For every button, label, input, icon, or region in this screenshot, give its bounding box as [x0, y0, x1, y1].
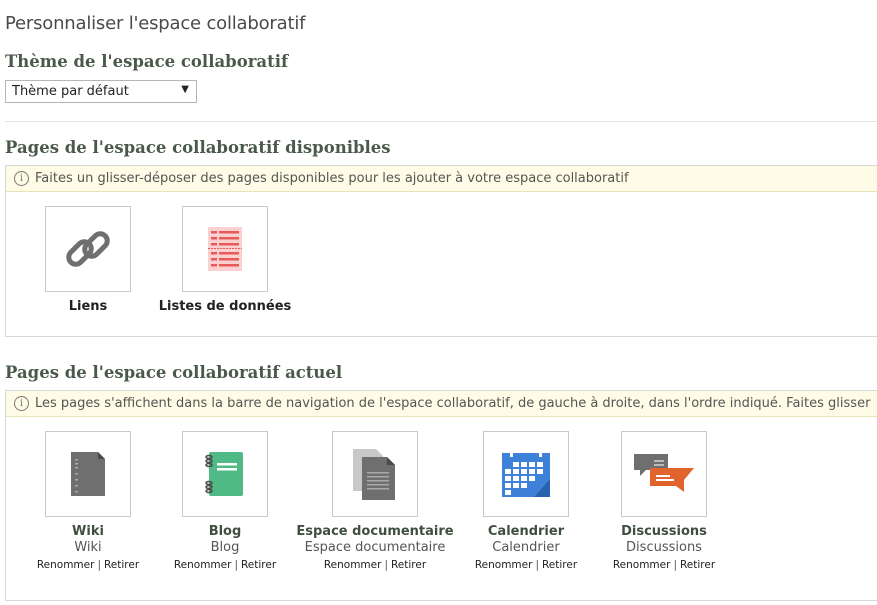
available-info-bar: i Faites un glisser-déposer des pages dis…: [6, 166, 877, 192]
theme-heading: Thème de l'espace collaboratif: [5, 52, 289, 71]
link-icon: [66, 231, 110, 267]
remove-link[interactable]: Retirer: [104, 559, 139, 571]
remove-link[interactable]: Retirer: [241, 559, 276, 571]
rename-link[interactable]: Renommer: [37, 559, 95, 571]
tile-thumb[interactable]: [332, 431, 418, 517]
theme-select-value: Thème par défaut: [12, 84, 129, 99]
tile-actions: Renommer | Retirer: [574, 559, 754, 571]
rename-link[interactable]: Renommer: [324, 559, 382, 571]
available-pages-heading: Pages de l'espace collaboratif disponibl…: [5, 138, 391, 157]
available-info-text: Faites un glisser-déposer des pages disp…: [35, 171, 629, 186]
separator: |: [673, 559, 677, 571]
blog-icon: [205, 452, 243, 496]
dropdown-arrow-icon: ▼: [181, 84, 189, 95]
remove-link[interactable]: Retirer: [680, 559, 715, 571]
rename-link[interactable]: Renommer: [613, 559, 671, 571]
available-pages-panel: i Faites un glisser-déposer des pages dis…: [5, 165, 877, 337]
remove-link[interactable]: Retirer: [542, 559, 577, 571]
current-tile-discussions[interactable]: Discussions Discussions Renommer | Retirer: [574, 431, 754, 571]
rename-link[interactable]: Renommer: [174, 559, 232, 571]
tile-thumb[interactable]: [45, 206, 131, 292]
separator: |: [97, 559, 101, 571]
remove-link[interactable]: Retirer: [391, 559, 426, 571]
current-pages-heading: Pages de l'espace collaboratif actuel: [5, 363, 343, 382]
discussions-icon: [634, 454, 694, 492]
separator: |: [384, 559, 388, 571]
tile-thumb[interactable]: [483, 431, 569, 517]
current-pages-panel: i Les pages s'affichent dans la barre de …: [5, 390, 877, 601]
separator: |: [234, 559, 238, 571]
rename-link[interactable]: Renommer: [475, 559, 533, 571]
available-tile-data-lists[interactable]: Listes de données: [135, 206, 315, 314]
current-info-text: Les pages s'affichent dans la barre de n…: [35, 396, 871, 411]
tile-thumb[interactable]: [45, 431, 131, 517]
wiki-icon: [71, 452, 105, 496]
calendar-icon: [502, 451, 550, 497]
tile-thumb[interactable]: [182, 431, 268, 517]
section-divider: [5, 121, 877, 122]
theme-select[interactable]: Thème par défaut ▼: [5, 80, 197, 103]
info-icon: i: [14, 171, 29, 186]
tile-name: Listes de données: [158, 299, 292, 314]
current-info-bar: i Les pages s'affichent dans la barre de …: [6, 391, 877, 417]
info-icon: i: [14, 396, 29, 411]
data-list-icon: [208, 227, 242, 271]
document-library-icon: [353, 449, 395, 500]
tile-thumb[interactable]: [621, 431, 707, 517]
tile-name: Discussions: [621, 524, 707, 539]
page-title: Personnaliser l'espace collaboratif: [5, 13, 306, 34]
separator: |: [535, 559, 539, 571]
tile-thumb[interactable]: [182, 206, 268, 292]
tile-subtitle: Discussions: [626, 540, 702, 555]
